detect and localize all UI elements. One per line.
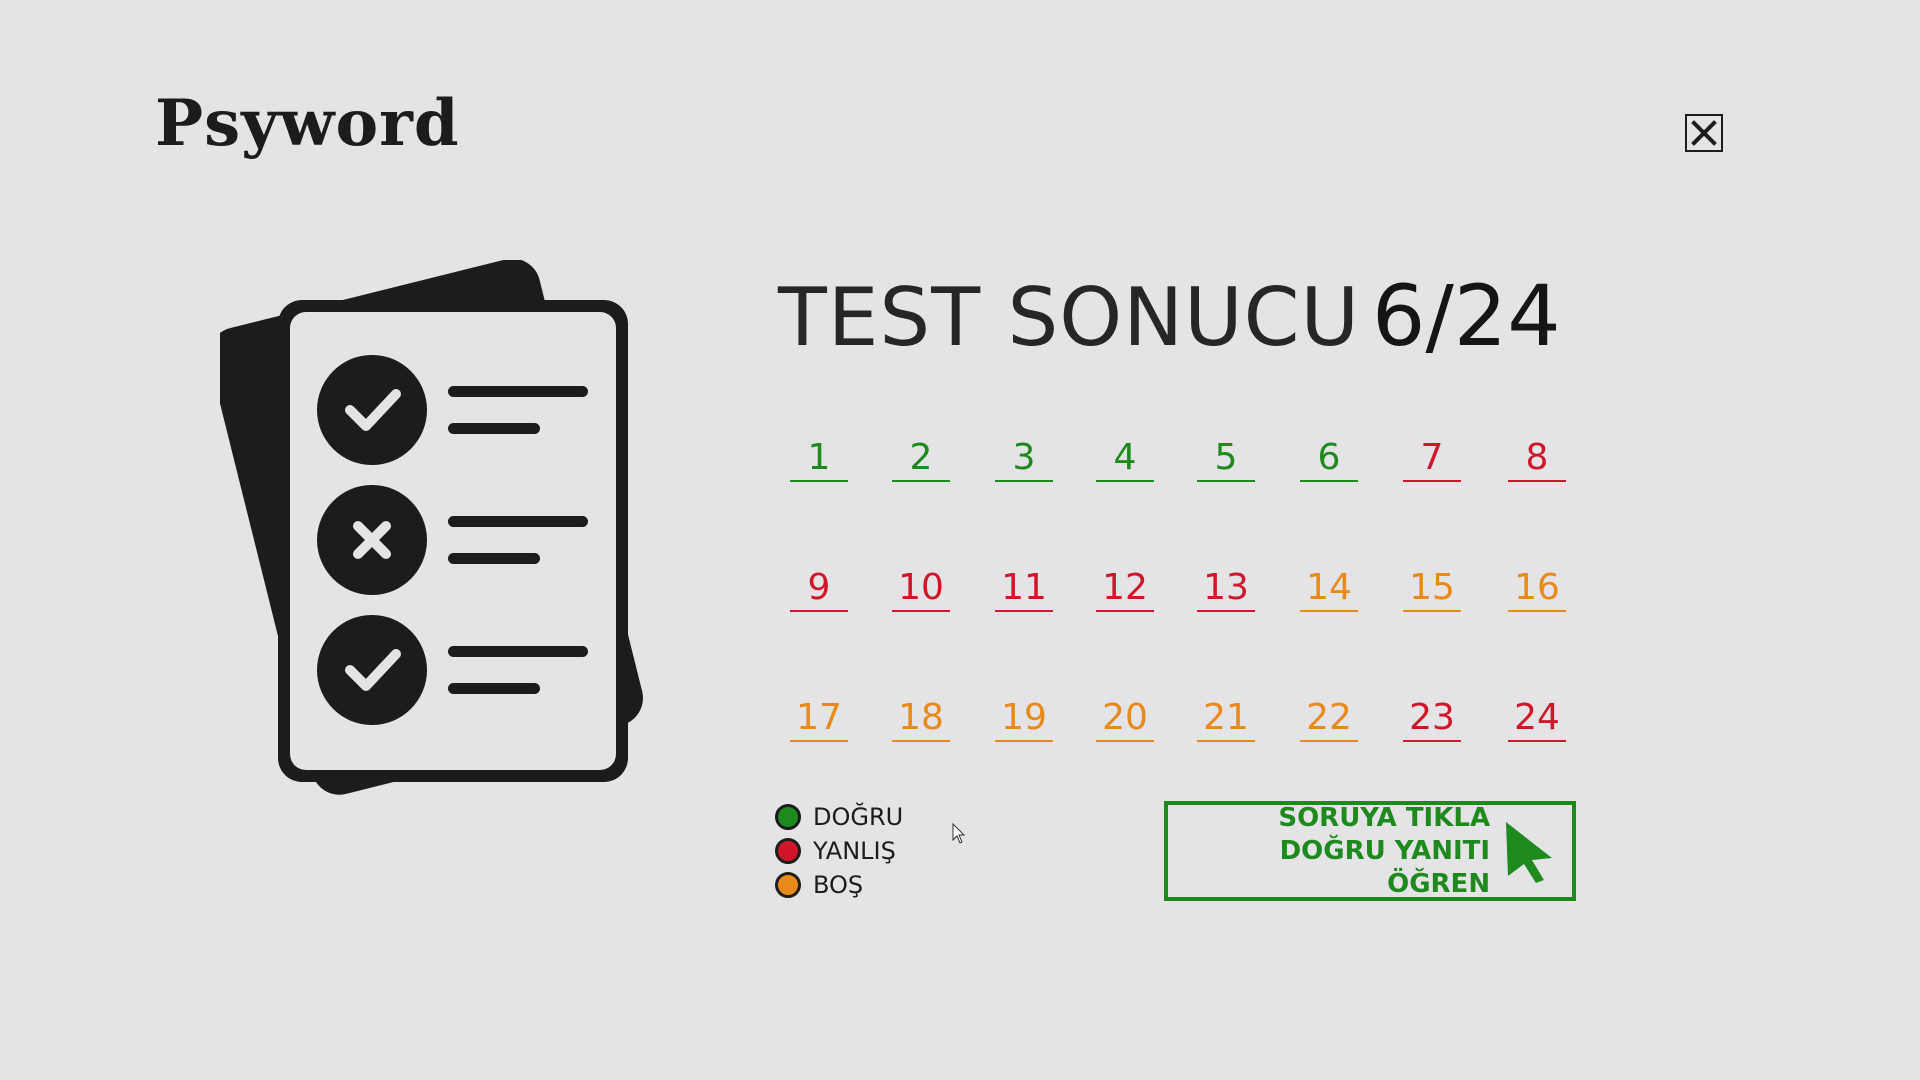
question-number-14[interactable]: 14 <box>1300 566 1358 612</box>
legend-label-empty: BOŞ <box>813 871 864 899</box>
arrow-cursor-icon <box>1506 822 1553 883</box>
question-number-17[interactable]: 17 <box>790 696 848 742</box>
question-number-11[interactable]: 11 <box>995 566 1053 612</box>
orange-dot-icon <box>775 872 801 898</box>
legend-item-empty: BOŞ <box>775 868 903 902</box>
cta-text: SORUYA TIKLA DOĞRU YANITI ÖĞREN <box>1168 802 1490 901</box>
question-number-13[interactable]: 13 <box>1197 566 1255 612</box>
question-number-5[interactable]: 5 <box>1197 436 1255 482</box>
question-number-22[interactable]: 22 <box>1300 696 1358 742</box>
legend-label-wrong: YANLIŞ <box>813 837 896 865</box>
question-number-18[interactable]: 18 <box>892 696 950 742</box>
psyword-logo: Psyword <box>155 86 460 161</box>
question-number-19[interactable]: 19 <box>995 696 1053 742</box>
cta-line-2: DOĞRU YANITI ÖĞREN <box>1279 835 1491 899</box>
legend-item-wrong: YANLIŞ <box>775 834 903 868</box>
question-number-9[interactable]: 9 <box>790 566 848 612</box>
close-x-icon <box>1691 120 1717 146</box>
question-number-16[interactable]: 16 <box>1508 566 1566 612</box>
question-number-12[interactable]: 12 <box>1096 566 1154 612</box>
legend-item-correct: DOĞRU <box>775 800 903 834</box>
question-number-21[interactable]: 21 <box>1197 696 1255 742</box>
legend-label-correct: DOĞRU <box>813 803 904 831</box>
question-number-23[interactable]: 23 <box>1403 696 1461 742</box>
question-number-15[interactable]: 15 <box>1403 566 1461 612</box>
checklist-illustration-icon <box>220 260 643 795</box>
close-button[interactable] <box>1685 114 1723 152</box>
page-title: TEST SONUCU <box>778 271 1361 364</box>
score-value: 6/24 <box>1372 267 1561 365</box>
red-dot-icon <box>775 838 801 864</box>
cta-line-1: SORUYA TIKLA <box>1278 802 1491 833</box>
test-result-screen: Psyword TEST SONUCU 6/24 1 2 3 4 5 6 7 8 9 10 11 12… <box>0 0 1920 1080</box>
green-dot-icon <box>775 804 801 830</box>
mouse-pointer-icon <box>952 823 966 844</box>
question-number-1[interactable]: 1 <box>790 436 848 482</box>
question-number-8[interactable]: 8 <box>1508 436 1566 482</box>
legend: DOĞRU YANLIŞ BOŞ <box>775 800 903 902</box>
learn-correct-answer-banner[interactable]: SORUYA TIKLA DOĞRU YANITI ÖĞREN <box>1164 801 1576 901</box>
question-number-4[interactable]: 4 <box>1096 436 1154 482</box>
question-number-6[interactable]: 6 <box>1300 436 1358 482</box>
question-number-20[interactable]: 20 <box>1096 696 1154 742</box>
question-number-3[interactable]: 3 <box>995 436 1053 482</box>
question-number-10[interactable]: 10 <box>892 566 950 612</box>
question-number-7[interactable]: 7 <box>1403 436 1461 482</box>
question-number-24[interactable]: 24 <box>1508 696 1566 742</box>
question-number-2[interactable]: 2 <box>892 436 950 482</box>
